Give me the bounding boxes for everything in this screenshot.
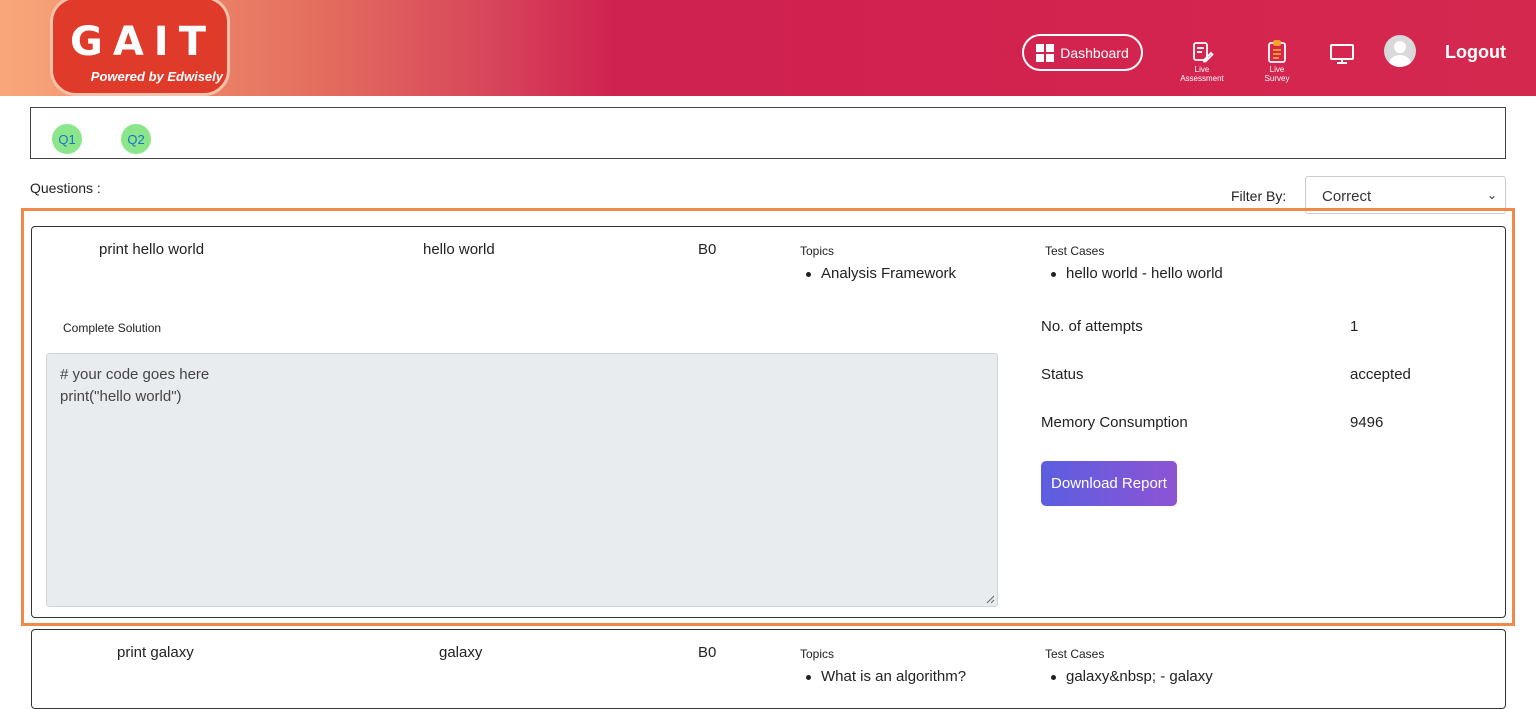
monitor-icon [1330,44,1354,64]
question-expected-output: galaxy [439,644,483,661]
question-title: print galaxy [117,644,194,661]
live-survey-label-1: Live [1269,65,1285,74]
resize-handle-icon[interactable] [985,594,995,604]
dashboard-button[interactable]: Dashboard [1022,34,1143,71]
questions-label: Questions : [30,180,101,196]
logo-sub-text: Powered by Edwisely [90,69,223,84]
test-cases-label: Test Cases [1045,244,1105,258]
topics-label: Topics [800,244,835,258]
attempts-label: No. of attempts [1041,318,1143,335]
complete-solution-label: Complete Solution [63,321,162,335]
topic-item: What is an algorithm? [806,668,966,685]
test-cases-label: Test Cases [1045,647,1105,661]
test-case-item: galaxy&nbsp; - galaxy [1051,668,1213,685]
top-header: GAIT Powered by Edwisely Dashboard Live … [0,0,1536,96]
test-case-item: hello world - hello world [1051,265,1223,282]
question-title: print hello world [99,241,205,258]
question-pill-q2[interactable]: Q2 [121,124,151,154]
status-value: accepted [1350,366,1411,383]
solution-code-textarea[interactable]: # your code goes here print("hello world… [46,353,998,607]
clipboard-edit-icon [1193,42,1214,63]
logout-button[interactable]: Logout [1445,42,1506,63]
question-pill-q1[interactable]: Q1 [52,124,82,154]
topics-label: Topics [800,647,835,661]
filter-selected-value: Correct [1322,188,1372,205]
filter-label: Filter By: [1231,188,1287,204]
live-assessment-label-1: Live [1194,65,1210,74]
status-label: Status [1041,366,1084,383]
survey-icon [1268,40,1286,63]
memory-label: Memory Consumption [1041,414,1188,431]
live-assessment-label-2: Assessment [1180,74,1224,83]
topic-item: Analysis Framework [806,265,956,282]
live-survey-button[interactable]: Live Survey [1262,40,1292,83]
dashboard-label: Dashboard [1060,44,1129,61]
question-level: B0 [698,241,717,258]
live-assessment-button[interactable]: Live Assessment [1176,40,1228,83]
download-report-button[interactable]: Download Report [1041,461,1177,506]
chevron-down-icon: ⌄ [1486,188,1497,202]
attempts-value: 1 [1350,318,1359,335]
gait-logo[interactable]: GAIT Powered by Edwisely [50,0,230,96]
live-survey-label-2: Survey [1264,74,1290,83]
logo-main-text: GAIT [70,19,216,65]
question-card: print galaxy galaxy B0 Topics What is an… [31,629,1506,709]
question-expected-output: hello world [423,241,495,258]
memory-value: 9496 [1350,414,1384,431]
grid-icon [1036,43,1055,62]
user-avatar[interactable] [1384,35,1416,67]
question-navigator: Q1 Q2 [30,107,1506,159]
monitor-button[interactable] [1329,42,1355,67]
question-level: B0 [698,644,717,661]
